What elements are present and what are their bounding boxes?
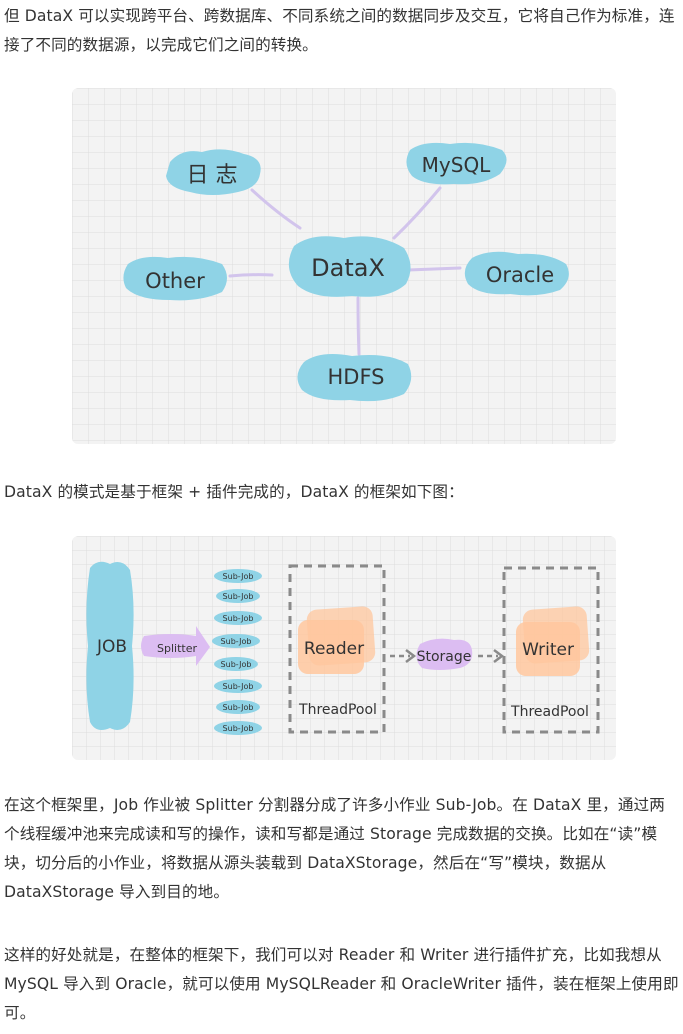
subjob-item: Sub-Job: [214, 679, 262, 693]
reader-label: Reader: [304, 639, 364, 659]
writer-label: Writer: [522, 640, 574, 660]
node-other-label: Other: [145, 269, 205, 293]
subjob-item: Sub-Job: [214, 569, 262, 583]
connector-other: [228, 273, 274, 278]
framework-description: 在这个框架里，Job 作业被 Splitter 分割器分成了许多小作业 Sub-…: [4, 796, 665, 901]
intro-paragraph: 但 DataX 可以实现跨平台、跨数据库、不同系统之间的数据同步及交互，它将自己…: [4, 7, 675, 54]
subjob-item: Sub-Job: [212, 634, 260, 648]
svg-text:Sub-Job: Sub-Job: [223, 592, 254, 601]
writer-threadpool-label: ThreadPool: [510, 704, 589, 720]
svg-text:Sub-Job: Sub-Job: [223, 682, 254, 691]
framework-intro: DataX 的模式是基于框架 + 插件完成的，DataX 的框架如下图：: [4, 483, 464, 501]
reader-threadpool-label: ThreadPool: [298, 702, 377, 718]
subjob-item: Sub-Job: [214, 657, 258, 671]
datax-hub-diagram: 日 志 MySQL Other DataX Oracle HDFS: [72, 88, 616, 444]
center-datax-label: DataX: [311, 254, 385, 282]
node-mysql-label: MySQL: [422, 153, 492, 177]
subjob-item: Sub-Job: [214, 721, 262, 735]
datax-hub-svg: 日 志 MySQL Other DataX Oracle HDFS: [72, 88, 616, 444]
svg-text:Sub-Job: Sub-Job: [223, 572, 254, 581]
svg-text:Sub-Job: Sub-Job: [223, 703, 254, 712]
svg-text:Sub-Job: Sub-Job: [221, 660, 252, 669]
subjob-item: Sub-Job: [214, 611, 262, 625]
connector-hdfs: [356, 296, 361, 356]
datax-framework-svg: JOB Splitter Sub-Job Sub-Job Sub-Job Sub…: [72, 536, 616, 760]
svg-text:Sub-Job: Sub-Job: [221, 637, 252, 646]
storage-label: Storage: [417, 649, 472, 665]
plugin-benefits: 这样的好处就是，在整体的框架下，我们可以对 Reader 和 Writer 进行…: [4, 946, 679, 1022]
svg-text:Sub-Job: Sub-Job: [223, 614, 254, 623]
node-hdfs-label: HDFS: [327, 365, 384, 389]
subjob-item: Sub-Job: [216, 589, 260, 603]
svg-text:Sub-Job: Sub-Job: [223, 724, 254, 733]
node-log-label: 日 志: [187, 163, 238, 188]
connector-oracle: [406, 266, 462, 272]
subjob-item: Sub-Job: [216, 700, 260, 714]
job-label: JOB: [96, 637, 127, 657]
splitter-label: Splitter: [157, 642, 197, 655]
node-oracle-label: Oracle: [486, 263, 554, 287]
datax-framework-diagram: JOB Splitter Sub-Job Sub-Job Sub-Job Sub…: [72, 536, 616, 760]
